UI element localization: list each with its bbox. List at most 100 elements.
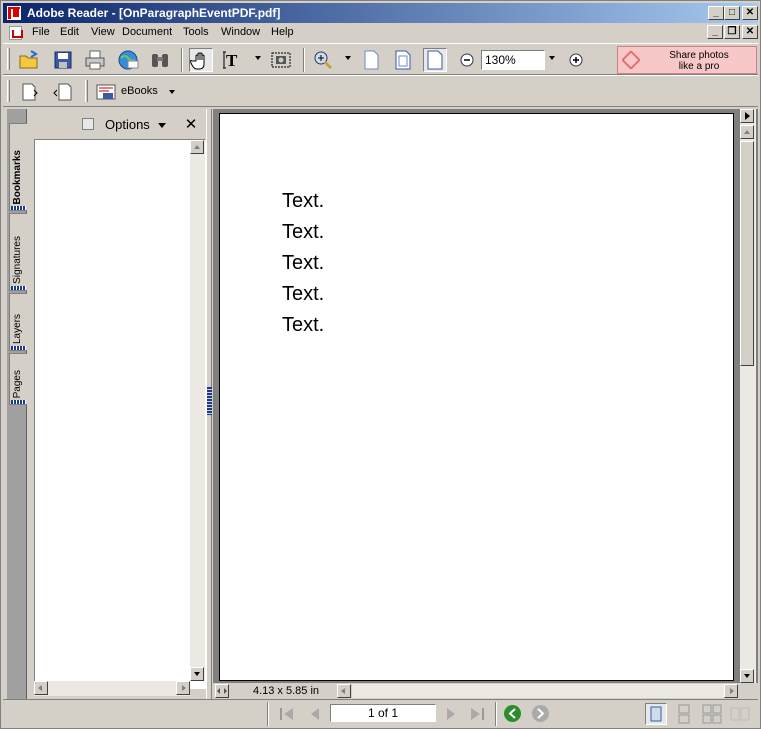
toolbar-separator [181,48,183,72]
rotate-counterclockwise-icon[interactable] [17,80,41,104]
document-vertical-scrollbar[interactable] [740,109,756,683]
toolbar-separator [495,702,497,726]
menu-window[interactable]: Window [218,26,263,38]
fit-width-icon[interactable] [423,48,447,72]
share-line-2: like a pro [678,61,720,72]
close-pane-button[interactable]: ✕ [184,115,198,133]
bookmarks-horizontal-scrollbar[interactable] [34,681,190,696]
expand-pane-icon[interactable] [740,109,754,123]
paragraph-text: Text. [282,283,325,305]
next-page-icon[interactable] [441,705,461,723]
scroll-right-icon[interactable] [724,684,738,698]
navigation-tabs: Bookmarks Signatures Layers Pages [7,109,27,699]
options-dropdown-icon[interactable] [158,123,166,128]
tab-signatures-label: Signatures [12,236,23,284]
title-bar[interactable]: Adobe Reader - [OnParagraphEventPDF.pdf]… [3,3,758,23]
email-globe-icon[interactable] [116,48,140,72]
previous-page-icon[interactable] [305,705,325,723]
menu-bar: File Edit View Document Tools Window Hel… [3,23,758,43]
fit-page-icon[interactable] [391,48,415,72]
go-forward-icon[interactable] [532,705,549,722]
page-size-toggle-icon[interactable] [215,684,229,698]
last-page-icon[interactable] [467,705,487,723]
scroll-right-icon[interactable] [176,681,190,695]
scroll-up-icon[interactable] [190,140,204,154]
snapshot-icon[interactable] [269,48,293,72]
horizontal-scroll-track[interactable] [352,684,724,698]
ebooks-button[interactable]: eBooks [95,80,179,104]
zoom-level-dropdown-icon[interactable] [549,56,555,60]
scroll-left-icon[interactable] [337,684,351,698]
options-icon[interactable] [82,118,94,130]
continuous-facing-layout-icon[interactable] [701,703,723,725]
go-back-icon[interactable] [504,705,521,722]
pane-splitter[interactable] [206,109,212,699]
paragraph-text: Text. [282,314,325,336]
bookmarks-pane-header: Options ✕ [28,109,206,139]
share-photos-button[interactable]: Share photos like a pro [617,46,757,74]
paragraph-text: Text. [282,190,325,212]
bookmarks-list[interactable] [34,139,206,689]
document-icon[interactable] [9,26,23,40]
adobe-reader-app-icon[interactable] [7,6,21,20]
scroll-thumb[interactable] [740,141,754,366]
ebooks-dropdown-icon[interactable] [169,90,175,94]
tab-bookmarks[interactable]: Bookmarks [9,123,27,211]
toolbar-separator [303,48,305,72]
select-text-icon[interactable]: T [223,48,247,72]
menu-view[interactable]: View [88,26,118,38]
minimize-button[interactable]: _ [708,6,724,20]
zoom-plus-icon[interactable] [564,48,588,72]
tab-pages[interactable]: Pages [9,353,27,405]
continuous-layout-icon[interactable] [673,703,695,725]
rotate-clockwise-icon[interactable] [51,80,75,104]
menu-help[interactable]: Help [268,26,297,38]
menu-file[interactable]: File [29,26,53,38]
toolbar-grip[interactable] [7,48,10,70]
zoom-in-icon[interactable] [311,48,335,72]
print-icon[interactable] [83,48,107,72]
actual-size-icon[interactable] [359,48,383,72]
tab-layers[interactable]: Layers [9,293,27,351]
hand-tool-icon[interactable] [189,48,213,72]
scroll-down-icon[interactable] [190,667,204,681]
zoom-out-icon[interactable] [455,48,479,72]
scroll-left-icon[interactable] [34,681,48,695]
zoom-tool-dropdown-icon[interactable] [345,56,351,60]
splitter-grip[interactable] [207,387,212,415]
document-bottom-bar: 4.13 x 5.85 in [213,683,758,699]
bookmarks-pane: Options ✕ [28,109,206,699]
scroll-up-icon[interactable] [740,125,754,139]
svg-text:T: T [226,51,238,70]
select-tool-dropdown-icon[interactable] [255,56,261,60]
maximize-button[interactable]: □ [724,6,740,20]
first-page-icon[interactable] [277,705,297,723]
search-binoculars-icon[interactable] [148,48,172,72]
facing-layout-icon[interactable] [729,703,751,725]
doc-restore-button[interactable]: ❐ [724,25,740,39]
share-photos-label: Share photos like a pro [646,50,752,72]
menu-document[interactable]: Document [119,26,175,38]
page-number-input[interactable]: 1 of 1 [330,704,436,722]
paragraph-text: Text. [282,252,325,274]
bookmarks-vertical-scrollbar[interactable] [190,140,205,681]
close-button[interactable]: ✕ [742,6,758,20]
pdf-page[interactable]: Text. Text. Text. Text. Text. [219,113,734,681]
options-menu-label[interactable]: Options [105,117,150,132]
zoom-level-input[interactable]: 130% [481,50,545,70]
doc-close-button[interactable]: ✕ [742,25,758,39]
ebooks-label: eBooks [121,85,158,97]
open-folder-icon[interactable] [17,48,41,72]
toolbar-grip[interactable] [85,80,88,102]
document-view[interactable]: Text. Text. Text. Text. Text. 4.13 x 5.8… [213,109,758,699]
tab-signatures[interactable]: Signatures [9,213,27,291]
single-page-layout-icon[interactable] [645,703,667,725]
scroll-down-icon[interactable] [740,669,754,683]
tab-pages-label: Pages [12,369,23,398]
menu-edit[interactable]: Edit [57,26,82,38]
menu-tools[interactable]: Tools [180,26,212,38]
save-disk-icon[interactable] [51,48,75,72]
doc-minimize-button[interactable]: _ [707,25,723,39]
toolbar-grip[interactable] [7,80,10,102]
window-title: Adobe Reader - [OnParagraphEventPDF.pdf] [27,6,281,20]
